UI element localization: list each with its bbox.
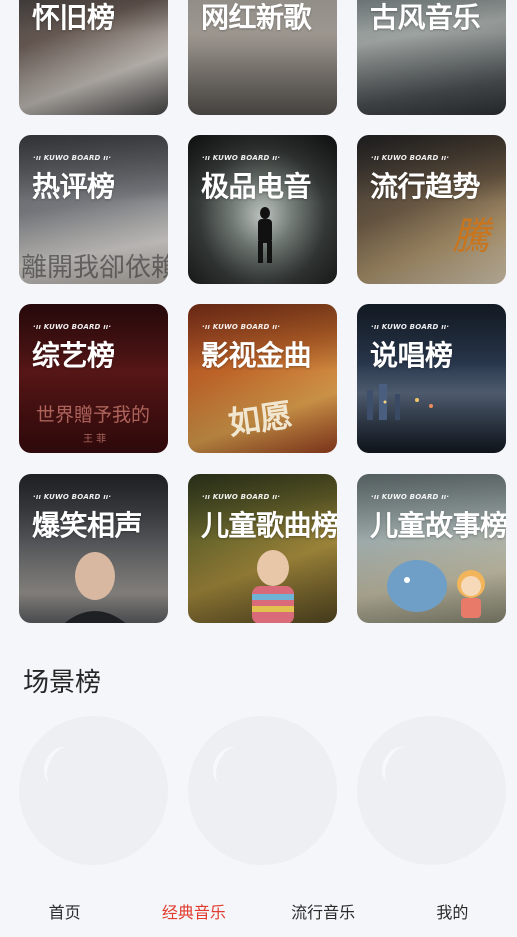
cartoon-characters-icon — [387, 560, 485, 618]
scene-placeholder-row — [19, 716, 506, 865]
walking-figure-icon — [258, 207, 272, 263]
scene-card-placeholder[interactable] — [357, 716, 506, 865]
scene-section-title: 场景榜 — [23, 668, 102, 698]
board-card-comedy-crosstalk[interactable]: ·ıı KUWO BOARD ıı· 爆笑相声 — [19, 474, 168, 623]
classic-music-page: 怀旧榜 网红新歌 古风音乐 ·ıı KUWO BOARD ıı· 热评榜 離開我… — [0, 0, 517, 937]
scene-card-placeholder[interactable] — [19, 716, 168, 865]
tab-pop-music[interactable]: 流行音乐 — [259, 899, 388, 923]
cover-art-text: 騰 — [452, 214, 491, 258]
board-title: 网红新歌 — [201, 1, 312, 34]
board-card-pop-trends[interactable]: ·ıı KUWO BOARD ıı· 流行趋势 騰 — [357, 135, 506, 284]
kuwo-board-brand: ·ıı KUWO BOARD ıı· — [33, 154, 112, 162]
kuwo-board-brand: ·ıı KUWO BOARD ıı· — [371, 493, 450, 501]
tab-home[interactable]: 首页 — [0, 899, 129, 923]
board-row: ·ıı KUWO BOARD ıı· 爆笑相声 ·ıı KUWO BOARD ı… — [19, 474, 506, 623]
performer-portrait-icon — [64, 552, 126, 623]
board-card-film-tv-hits[interactable]: ·ıı KUWO BOARD ıı· 影视金曲 如愿 — [188, 304, 337, 453]
city-lights-icon — [367, 384, 433, 420]
kuwo-board-brand: ·ıı KUWO BOARD ıı· — [33, 323, 112, 331]
kuwo-board-brand: ·ıı KUWO BOARD ıı· — [371, 154, 450, 162]
bottom-tab-bar: 首页 经典音乐 流行音乐 我的 — [0, 885, 517, 937]
board-card-hot-comments[interactable]: ·ıı KUWO BOARD ıı· 热评榜 離開我卻依賴 — [19, 135, 168, 284]
cover-art-text: 如愿 — [225, 395, 295, 443]
board-title: 影视金曲 — [201, 339, 312, 372]
kuwo-board-brand: ·ıı KUWO BOARD ıı· — [202, 323, 281, 331]
kuwo-board-brand: ·ıı KUWO BOARD ıı· — [371, 323, 450, 331]
board-card-nostalgia[interactable]: 怀旧榜 — [19, 0, 168, 115]
board-row: ·ıı KUWO BOARD ıı· 热评榜 離開我卻依賴 ·ıı KUWO B… — [19, 135, 506, 284]
board-card-rap[interactable]: ·ıı KUWO BOARD ıı· 说唱榜 — [357, 304, 506, 453]
cover-art-subtext: 王 菲 — [83, 434, 107, 445]
board-title: 怀旧榜 — [32, 1, 115, 34]
board-title: 综艺榜 — [32, 339, 115, 372]
board-card-variety-show[interactable]: ·ıı KUWO BOARD ıı· 综艺榜 世界贈予我的 王 菲 — [19, 304, 168, 453]
board-title: 儿童故事榜 — [370, 509, 506, 542]
board-card-kids-stories[interactable]: ·ıı KUWO BOARD ıı· 儿童故事榜 — [357, 474, 506, 623]
board-card-viral-new-songs[interactable]: 网红新歌 — [188, 0, 337, 115]
scene-card-placeholder[interactable] — [188, 716, 337, 865]
board-title: 流行趋势 — [370, 170, 481, 203]
board-title: 极品电音 — [201, 170, 312, 203]
board-row: ·ıı KUWO BOARD ıı· 综艺榜 世界贈予我的 王 菲 ·ıı KU… — [19, 304, 506, 453]
child-portrait-icon — [252, 550, 294, 623]
cover-art-text: 世界贈予我的 — [36, 404, 151, 426]
tab-classic-music[interactable]: 经典音乐 — [129, 899, 258, 923]
board-title: 古风音乐 — [370, 1, 481, 34]
kuwo-board-brand: ·ıı KUWO BOARD ıı· — [33, 493, 112, 501]
kuwo-board-brand: ·ıı KUWO BOARD ıı· — [202, 154, 281, 162]
board-card-kids-songs[interactable]: ·ıı KUWO BOARD ıı· 儿童歌曲榜 — [188, 474, 337, 623]
board-title: 儿童歌曲榜 — [201, 509, 337, 542]
board-title: 说唱榜 — [370, 339, 453, 372]
cover-art-text: 離開我卻依賴 — [21, 253, 168, 283]
board-card-premium-edm[interactable]: ·ıı KUWO BOARD ıı· 极品电音 — [188, 135, 337, 284]
board-title: 爆笑相声 — [32, 509, 143, 542]
board-card-ancient-style[interactable]: 古风音乐 — [357, 0, 506, 115]
tab-mine[interactable]: 我的 — [388, 899, 517, 923]
kuwo-board-brand: ·ıı KUWO BOARD ıı· — [202, 493, 281, 501]
board-title: 热评榜 — [32, 170, 115, 203]
board-row: 怀旧榜 网红新歌 古风音乐 — [19, 0, 506, 115]
